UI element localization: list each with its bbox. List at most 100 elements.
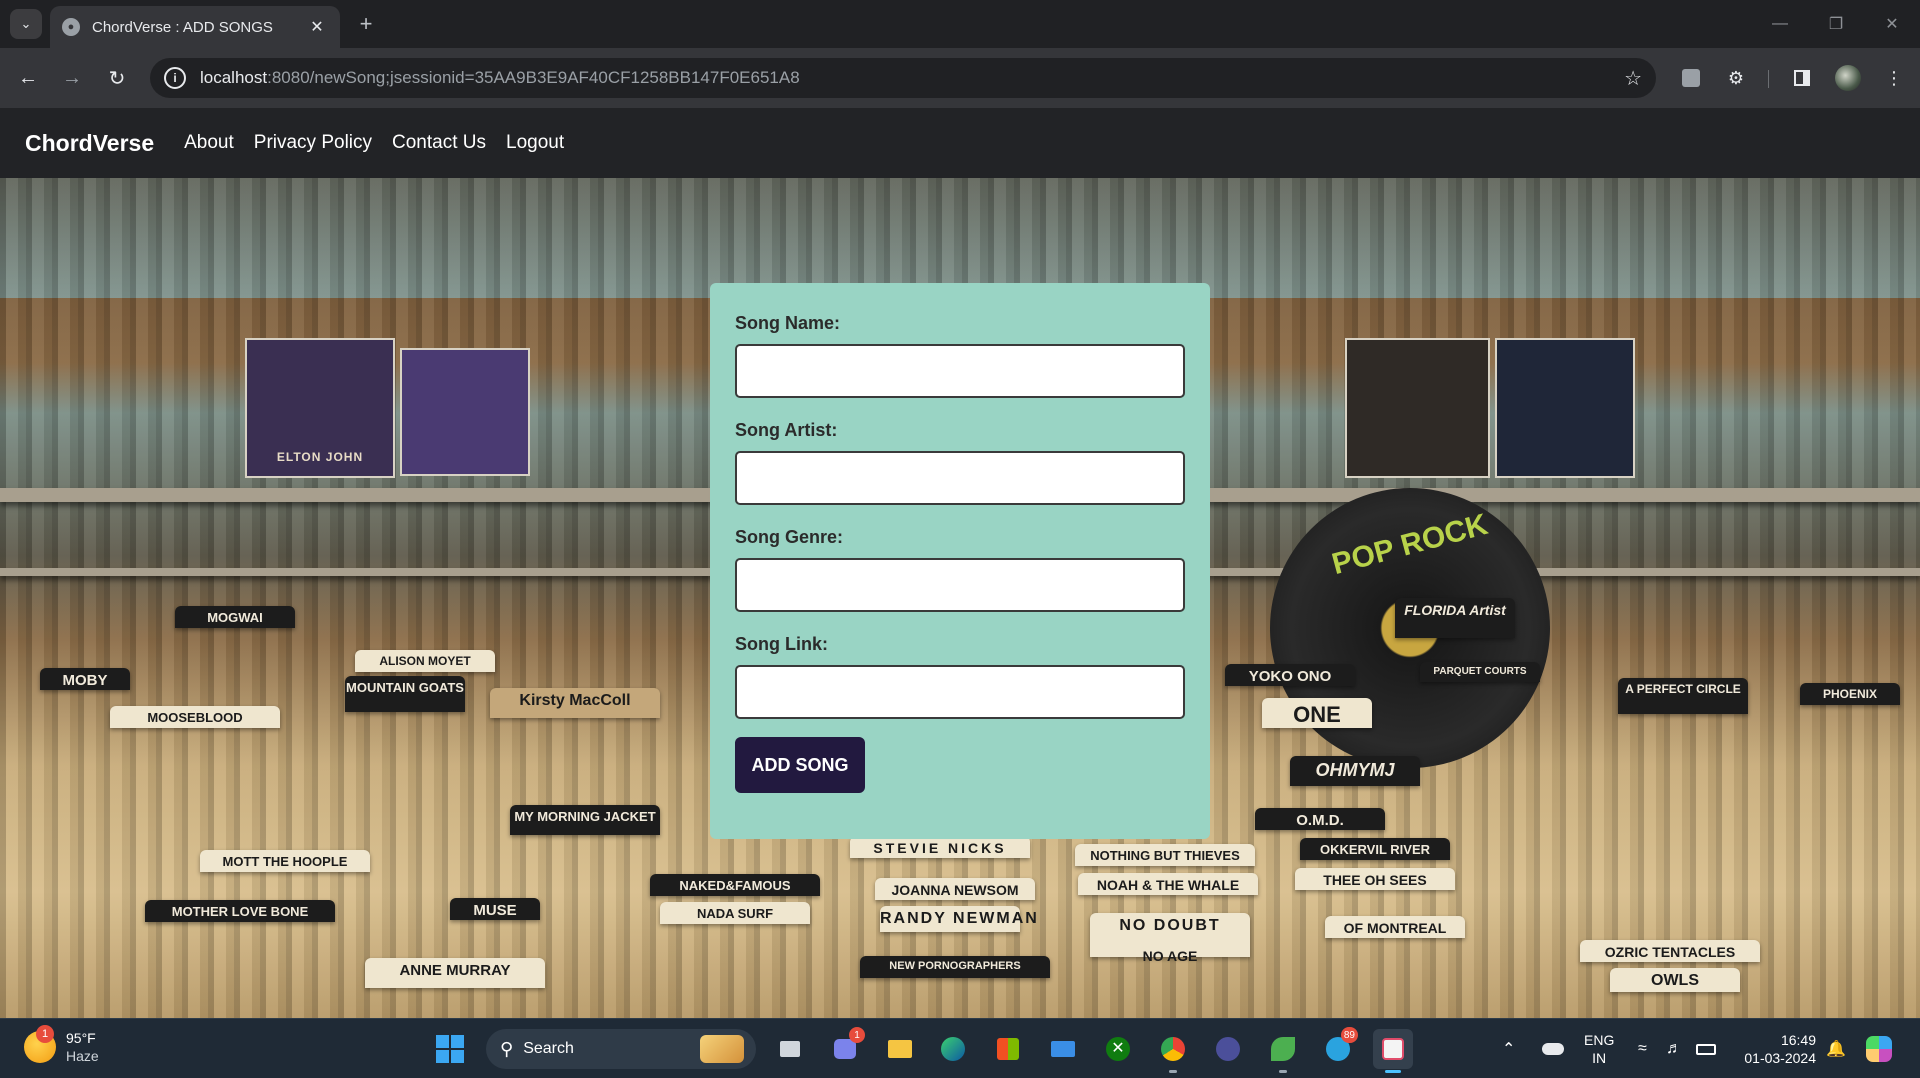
search-icon: ⚲: [500, 1038, 514, 1059]
divider-card: FLORIDA Artist: [1395, 598, 1515, 638]
nav-link-logout[interactable]: Logout: [506, 132, 564, 154]
nav-link-about[interactable]: About: [184, 132, 234, 154]
album-title: ELTON JOHN: [276, 450, 364, 464]
teams-chat-icon[interactable]: 1: [825, 1027, 865, 1069]
weather-badge: 1: [36, 1025, 54, 1043]
file-explorer-icon[interactable]: [880, 1029, 920, 1069]
onedrive-icon[interactable]: [1542, 1019, 1564, 1078]
running-indicator: [1279, 1070, 1287, 1073]
puzzle-icon[interactable]: ⚙: [1722, 64, 1750, 92]
forward-button[interactable]: →: [58, 64, 86, 92]
plus-icon: +: [359, 11, 373, 36]
mail-icon[interactable]: [1043, 1029, 1083, 1069]
song-genre-label: Song Genre:: [735, 527, 844, 547]
divider-card: ONE: [1262, 698, 1372, 728]
wifi-icon[interactable]: ≈: [1638, 1019, 1647, 1078]
clock[interactable]: 16:49 01-03-2024: [1736, 1031, 1816, 1067]
divider-card: A PERFECT CIRCLE: [1618, 678, 1748, 714]
window-controls: — ❐ ✕: [1752, 0, 1920, 48]
arrow-left-icon: ←: [18, 66, 38, 89]
weather-text: 95°F Haze: [66, 1029, 99, 1065]
edge-icon[interactable]: [933, 1029, 973, 1069]
telegram-icon[interactable]: 89: [1318, 1027, 1358, 1069]
close-icon[interactable]: ✕: [306, 17, 328, 37]
divider-card: JOANNA NEWSOM: [875, 878, 1035, 900]
volume-icon[interactable]: ♬: [1666, 1019, 1682, 1078]
bookmark-star-icon[interactable]: ☆: [1624, 66, 1642, 91]
taskbar: 1 95°F Haze ⚲ Search 1 ✕ 89 ⌃ ENG IN ≈ ♬…: [0, 1018, 1920, 1078]
side-panel-icon[interactable]: [1788, 64, 1816, 92]
minimize-button[interactable]: —: [1752, 0, 1808, 48]
album-cover: ELTON JOHN: [245, 338, 395, 478]
clock-time: 16:49: [1780, 1032, 1816, 1048]
weather-widget[interactable]: 1 95°F Haze: [24, 1025, 99, 1065]
add-song-button[interactable]: ADD SONG: [735, 737, 865, 793]
battery-icon[interactable]: [1696, 1019, 1716, 1078]
new-tab-button[interactable]: +: [352, 10, 380, 38]
minimize-icon: —: [1772, 15, 1788, 32]
weather-sun-icon: 1: [24, 1025, 56, 1063]
divider-card: MOTT THE HOOPLE: [200, 850, 370, 872]
site-info-icon[interactable]: i: [164, 67, 186, 89]
album-cover: [1345, 338, 1490, 478]
close-icon: ✕: [1885, 16, 1899, 33]
divider-card: MOGWAI: [175, 606, 295, 628]
arrow-right-icon: →: [62, 66, 82, 89]
lang-top: ENG: [1584, 1032, 1615, 1048]
taskbar-search[interactable]: ⚲ Search: [486, 1029, 756, 1069]
site-navbar: ChordVerse About Privacy Policy Contact …: [0, 108, 1920, 178]
song-name-input[interactable]: [735, 344, 1185, 398]
snipping-tool-icon[interactable]: [1373, 1029, 1413, 1073]
leaf-app-icon[interactable]: [1263, 1029, 1303, 1073]
xbox-icon[interactable]: ✕: [1098, 1029, 1138, 1069]
song-artist-label: Song Artist:: [735, 420, 838, 440]
add-song-form: Song Name: Song Artist: Song Genre: Song…: [710, 283, 1210, 839]
divider-card: MOOSEBLOOD: [110, 706, 280, 728]
copilot-icon[interactable]: [1866, 1019, 1892, 1078]
profile-avatar[interactable]: [1835, 65, 1861, 91]
back-button[interactable]: ←: [14, 64, 42, 92]
reload-icon: ↻: [108, 67, 126, 90]
song-genre-input[interactable]: [735, 558, 1185, 612]
app-icon[interactable]: [1208, 1029, 1248, 1069]
browser-toolbar: ← → ↻ i localhost:8080/newSong;jsessioni…: [0, 48, 1920, 108]
song-artist-input[interactable]: [735, 451, 1185, 505]
teams-badge: 1: [849, 1027, 865, 1043]
show-hidden-icons[interactable]: ⌃: [1502, 1019, 1515, 1078]
album-cover: [1495, 338, 1635, 478]
clock-date: 01-03-2024: [1744, 1050, 1816, 1066]
windows-start-icon[interactable]: [436, 1035, 464, 1063]
song-link-label: Song Link:: [735, 634, 828, 654]
notification-bell-icon[interactable]: 🔔: [1826, 1019, 1846, 1078]
browser-tab-bar: ⌄ ● ChordVerse : ADD SONGS ✕ + — ❐ ✕: [0, 0, 1920, 48]
tab-search-button[interactable]: ⌄: [10, 9, 42, 39]
restore-button[interactable]: ❐: [1808, 0, 1864, 48]
reload-button[interactable]: ↻: [103, 64, 131, 92]
running-indicator: [1169, 1070, 1177, 1073]
divider-card: O.M.D.: [1255, 808, 1385, 830]
chrome-icon[interactable]: [1153, 1029, 1193, 1073]
store-icon[interactable]: [988, 1029, 1028, 1069]
song-link-input[interactable]: [735, 665, 1185, 719]
divider-card: STEVIE NICKS: [850, 836, 1030, 858]
divider-card: MOBY: [40, 668, 130, 690]
restore-icon: ❐: [1828, 16, 1844, 33]
language-indicator[interactable]: ENG IN: [1584, 1031, 1614, 1067]
search-highlight-image: [700, 1035, 744, 1063]
address-bar[interactable]: i localhost:8080/newSong;jsessionid=35AA…: [150, 58, 1656, 98]
close-window-button[interactable]: ✕: [1864, 0, 1920, 48]
lang-bottom: IN: [1592, 1050, 1607, 1066]
menu-dots-icon[interactable]: ⋮: [1880, 64, 1908, 92]
divider-card: PARQUET COURTS: [1420, 662, 1540, 682]
nav-link-contact-us[interactable]: Contact Us: [392, 132, 486, 154]
nav-link-privacy-policy[interactable]: Privacy Policy: [254, 132, 372, 154]
divider-card: MOUNTAIN GOATS: [345, 676, 465, 712]
extension-icon[interactable]: [1677, 64, 1705, 92]
album-cover: [400, 348, 530, 476]
divider-card: THEE OH SEES: [1295, 868, 1455, 890]
task-view-icon[interactable]: [770, 1029, 810, 1069]
browser-tab-active[interactable]: ● ChordVerse : ADD SONGS ✕: [50, 6, 340, 48]
brand-logo[interactable]: ChordVerse: [25, 130, 154, 157]
tab-title: ChordVerse : ADD SONGS: [92, 18, 273, 36]
divider-card: NOTHING BUT THIEVES: [1075, 844, 1255, 866]
